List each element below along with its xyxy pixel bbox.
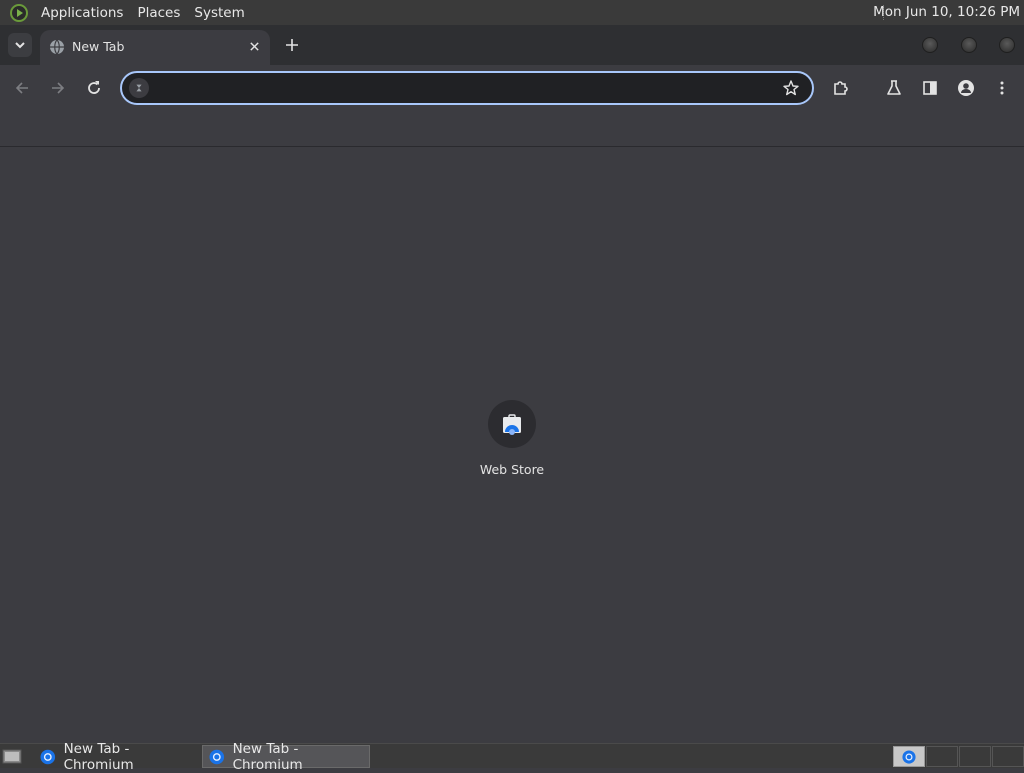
tab-search-button[interactable] <box>8 33 32 57</box>
bottom-taskbar: New Tab - Chromium New Tab - Chromium <box>0 741 1024 773</box>
address-input[interactable] <box>156 76 776 100</box>
flask-icon <box>887 80 901 95</box>
menu-button[interactable] <box>990 76 1014 100</box>
address-bar[interactable] <box>120 71 814 105</box>
arrow-right-icon <box>52 82 65 94</box>
menu-system[interactable]: System <box>187 5 251 21</box>
taskbar-item-active[interactable]: New Tab - Chromium <box>202 741 370 773</box>
shortcut-web-store[interactable]: Web Store <box>472 400 552 477</box>
back-button[interactable] <box>10 76 34 100</box>
menu-places[interactable]: Places <box>130 5 187 21</box>
extensions-button[interactable] <box>829 76 853 100</box>
more-vert-icon <box>1000 81 1004 95</box>
browser-toolbar <box>0 65 1024 147</box>
profile-button[interactable] <box>954 76 978 100</box>
side-panel-button[interactable] <box>918 76 942 100</box>
chromium-icon <box>902 750 916 764</box>
taskbar-item[interactable]: New Tab - Chromium <box>34 741 200 773</box>
arrow-left-icon <box>15 82 28 94</box>
show-desktop-icon[interactable] <box>2 748 22 765</box>
web-store-icon <box>503 414 521 435</box>
tab-close-button[interactable] <box>246 38 262 54</box>
tab-new-tab[interactable]: New Tab <box>40 30 270 65</box>
side-panel-icon <box>923 81 937 95</box>
shortcut-tile[interactable] <box>488 400 536 448</box>
puzzle-piece-icon <box>834 81 848 95</box>
new-tab-page: Web Store <box>0 148 1024 743</box>
minimize-button[interactable] <box>922 37 938 53</box>
chromium-icon <box>209 749 225 764</box>
panel-clock[interactable]: Mon Jun 10, 10:26 PM <box>873 4 1020 20</box>
maximize-button[interactable] <box>961 37 977 53</box>
workspace-3[interactable] <box>959 746 991 767</box>
new-tab-button[interactable] <box>282 35 302 55</box>
plus-icon <box>286 39 298 51</box>
forward-button[interactable] <box>46 76 70 100</box>
chevron-down-icon <box>15 42 25 49</box>
profile-avatar-icon <box>958 80 974 96</box>
chromium-icon <box>40 749 56 764</box>
bookmark-star-icon[interactable] <box>782 79 800 97</box>
globe-icon <box>50 39 64 55</box>
top-panel: Applications Places System Mon Jun 10, 1… <box>0 0 1024 25</box>
close-icon <box>249 41 259 51</box>
workspace-4[interactable] <box>992 746 1024 767</box>
distro-logo-icon[interactable] <box>10 3 28 22</box>
menu-applications[interactable]: Applications <box>34 5 130 21</box>
close-window-button[interactable] <box>999 37 1015 53</box>
shortcut-label: Web Store <box>479 462 545 477</box>
labs-button[interactable] <box>882 76 906 100</box>
reload-icon <box>88 81 100 94</box>
reload-button[interactable] <box>82 76 106 100</box>
tab-strip: New Tab <box>0 25 1024 65</box>
workspace-2[interactable] <box>926 746 958 767</box>
workspace-1[interactable] <box>893 746 925 767</box>
chromium-logo-icon[interactable] <box>129 78 149 98</box>
tab-title: New Tab <box>72 39 125 54</box>
